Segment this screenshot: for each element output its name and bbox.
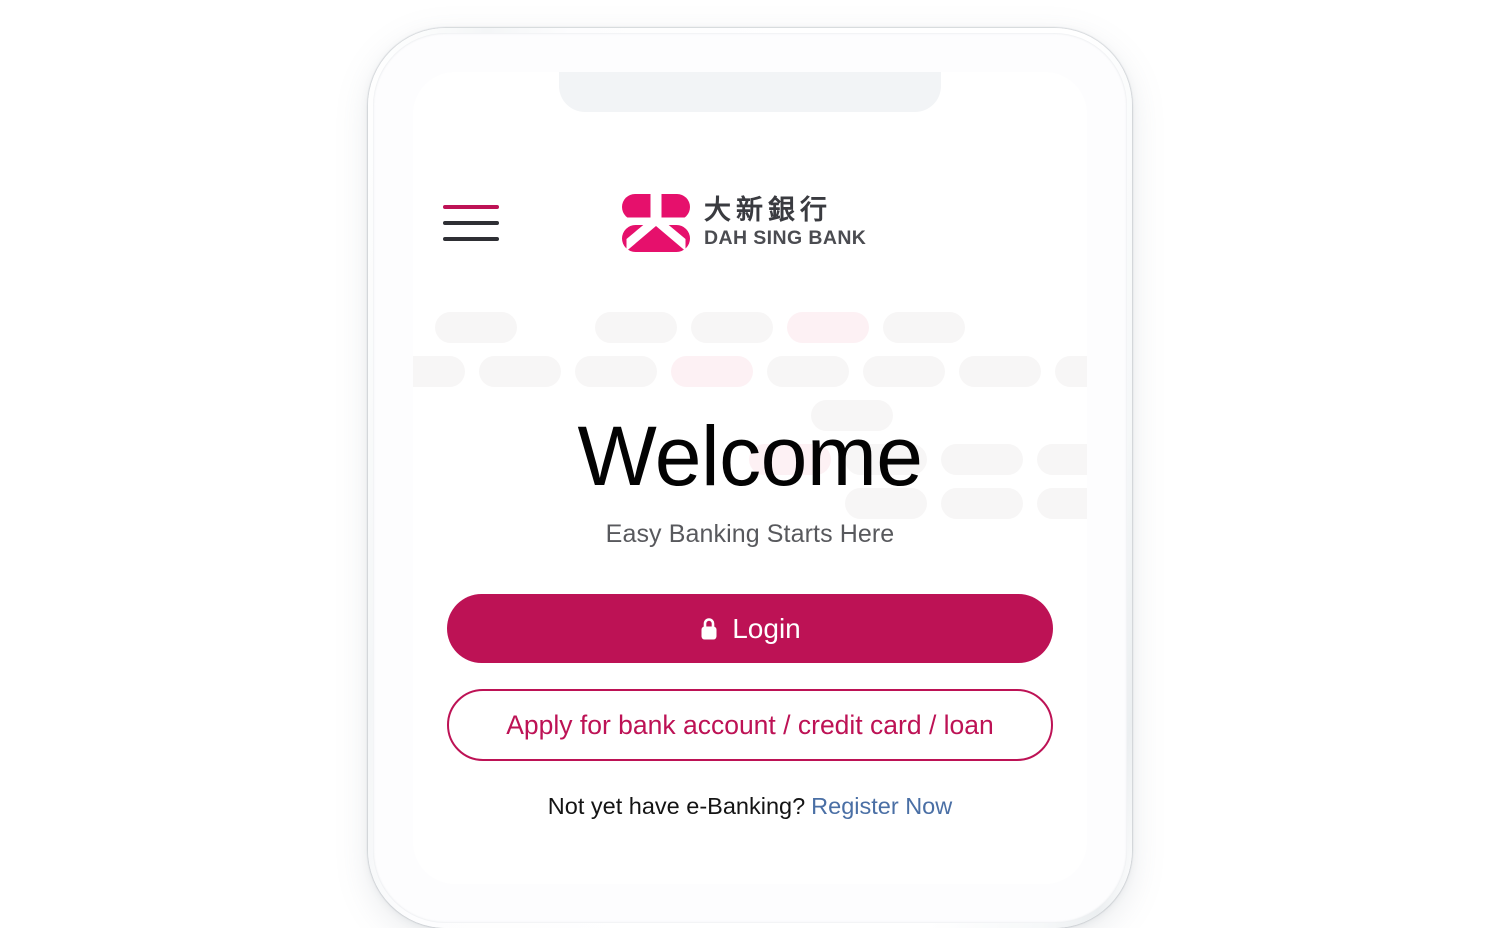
app-header: 大新銀行 DAH SING BANK	[413, 180, 1087, 266]
action-block: Login Apply for bank account / credit ca…	[413, 594, 1087, 820]
register-row: Not yet have e-Banking? Register Now	[413, 793, 1087, 820]
phone-screen: 大新銀行 DAH SING BANK Welcome Easy Banking …	[413, 72, 1087, 884]
decor-pill	[413, 356, 465, 387]
decor-pill	[479, 356, 561, 387]
hero-block: Welcome Easy Banking Starts Here	[413, 414, 1087, 549]
login-button[interactable]: Login	[447, 594, 1053, 663]
dah-sing-bank-logo-mark-icon	[622, 194, 690, 252]
register-prompt: Not yet have e-Banking?	[547, 793, 806, 819]
decor-pill	[595, 312, 677, 343]
decor-pill	[575, 356, 657, 387]
lock-icon	[701, 617, 717, 639]
page-title: Welcome	[577, 409, 923, 503]
decor-pill	[1055, 356, 1087, 387]
hamburger-bar-middle	[443, 221, 499, 225]
phone-notch	[559, 72, 941, 112]
hamburger-bar-top	[443, 205, 499, 209]
decor-pill	[863, 356, 945, 387]
login-button-label: Login	[732, 612, 801, 644]
decor-pill	[671, 356, 753, 387]
decor-pill	[959, 356, 1041, 387]
brand-name-en: DAH SING BANK	[704, 227, 867, 250]
page-subtitle: Easy Banking Starts Here	[605, 520, 895, 548]
hamburger-bar-bottom	[443, 237, 499, 241]
apply-button[interactable]: Apply for bank account / credit card / l…	[447, 689, 1053, 761]
hamburger-menu-icon[interactable]	[443, 201, 501, 245]
brand-wordmark: 大新銀行 DAH SING BANK	[704, 197, 866, 249]
apply-button-label: Apply for bank account / credit card / l…	[506, 709, 994, 740]
decor-pill	[691, 312, 773, 343]
brand-name-cn: 大新銀行	[704, 195, 832, 227]
register-now-link[interactable]: Register Now	[811, 793, 952, 819]
decor-pill	[435, 312, 517, 343]
decor-pill	[767, 356, 849, 387]
decor-pill	[883, 312, 965, 343]
brand-logo: 大新銀行 DAH SING BANK	[622, 192, 866, 254]
decor-pill	[787, 312, 869, 343]
phone-mockup: 大新銀行 DAH SING BANK Welcome Easy Banking …	[368, 28, 1132, 928]
